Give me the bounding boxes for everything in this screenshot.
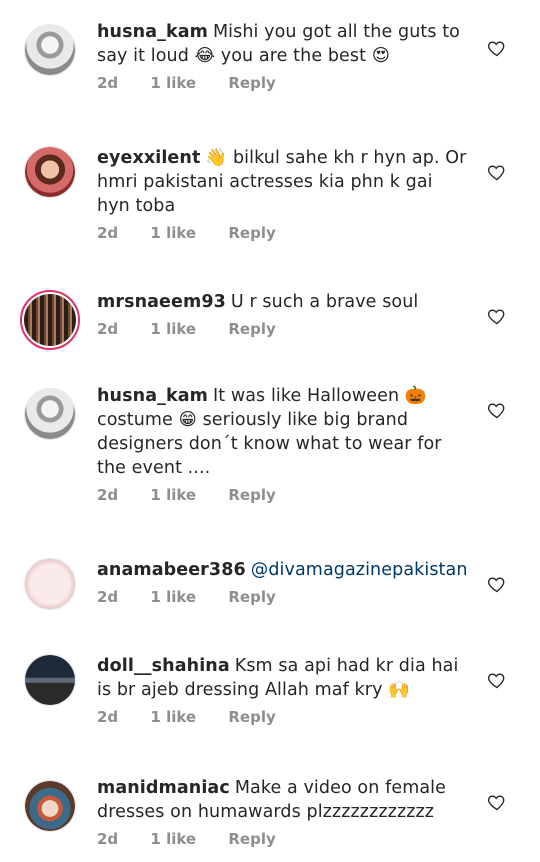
reply-button[interactable]: Reply — [228, 74, 275, 92]
comment-body: doll__shahina Ksm sa api had kr dia hai i… — [97, 654, 469, 726]
comment-username[interactable]: eyexxilent — [97, 148, 200, 168]
comment-age: 2d — [97, 320, 119, 338]
comment-likes[interactable]: 1 like — [150, 830, 196, 848]
heart-outline-icon[interactable] — [487, 38, 507, 58]
comment-text: husna_kam It was like Halloween 🎃 costume… — [97, 384, 469, 480]
reply-button[interactable]: Reply — [228, 830, 275, 848]
comment-likes[interactable]: 1 like — [150, 320, 196, 338]
avatar[interactable] — [24, 654, 76, 706]
comment-likes[interactable]: 1 like — [150, 224, 196, 242]
avatar-image — [25, 389, 75, 439]
avatar[interactable] — [24, 388, 76, 440]
comment-text: doll__shahina Ksm sa api had kr dia hai i… — [97, 654, 469, 702]
avatar-image — [25, 655, 75, 705]
comment-body: husna_kam Mishi you got all the guts to s… — [97, 20, 469, 92]
comment-username[interactable]: doll__shahina — [97, 656, 230, 676]
avatar[interactable] — [24, 780, 76, 832]
comment-text: mrsnaeem93 U r such a brave soul — [97, 290, 469, 314]
reply-button[interactable]: Reply — [228, 224, 275, 242]
avatar-image — [25, 25, 75, 75]
comment-text: anamabeer386 @divamagazinepakistan — [97, 558, 469, 582]
heart-outline-icon[interactable] — [487, 400, 507, 420]
comment-body: anamabeer386 @divamagazinepakistan 2d 1 l… — [97, 558, 469, 606]
comment-meta: 2d 1 like Reply — [97, 588, 469, 606]
comment-age: 2d — [97, 224, 119, 242]
comment-age: 2d — [97, 708, 119, 726]
heart-outline-icon[interactable] — [487, 306, 507, 326]
comment-age: 2d — [97, 830, 119, 848]
comment-username[interactable]: mrsnaeem93 — [97, 292, 226, 312]
comment-meta: 2d 1 like Reply — [97, 486, 469, 504]
heart-outline-icon[interactable] — [487, 792, 507, 812]
avatar-image — [25, 781, 75, 831]
comment-body: eyexxilent 👋 bilkul sahe kh r hyn ap. Or … — [97, 146, 469, 242]
comment-body: mrsnaeem93 U r such a brave soul 2d 1 lik… — [97, 290, 469, 338]
heart-outline-icon[interactable] — [487, 574, 507, 594]
avatar[interactable] — [24, 146, 76, 198]
comment-meta: 2d 1 like Reply — [97, 708, 469, 726]
comment-username[interactable]: husna_kam — [97, 22, 208, 42]
comment-meta: 2d 1 like Reply — [97, 74, 469, 92]
avatar-image — [25, 559, 75, 609]
comment-meta: 2d 1 like Reply — [97, 320, 469, 338]
heart-outline-icon[interactable] — [487, 670, 507, 690]
comment-text: eyexxilent 👋 bilkul sahe kh r hyn ap. Or … — [97, 146, 469, 218]
reply-button[interactable]: Reply — [228, 588, 275, 606]
comment-body: manidmaniac Make a video on female dresse… — [97, 776, 469, 848]
comment-body: husna_kam It was like Halloween 🎃 costume… — [97, 384, 469, 504]
comment-likes[interactable]: 1 like — [150, 486, 196, 504]
comment-meta: 2d 1 like Reply — [97, 830, 469, 848]
comment-username[interactable]: manidmaniac — [97, 778, 230, 798]
comment-likes[interactable]: 1 like — [150, 588, 196, 606]
avatar-image — [25, 147, 75, 197]
comment-likes[interactable]: 1 like — [150, 74, 196, 92]
comment-content: U r such a brave soul — [230, 292, 419, 312]
mention-link[interactable]: @divamagazinepakistan — [251, 560, 468, 580]
comment-age: 2d — [97, 74, 119, 92]
comment-username[interactable]: anamabeer386 — [97, 560, 246, 580]
comment-age: 2d — [97, 588, 119, 606]
comment-text: husna_kam Mishi you got all the guts to s… — [97, 20, 469, 68]
comment-meta: 2d 1 like Reply — [97, 224, 469, 242]
avatar[interactable] — [24, 24, 76, 76]
comment-likes[interactable]: 1 like — [150, 708, 196, 726]
avatar[interactable] — [24, 558, 76, 610]
avatar[interactable] — [20, 290, 80, 350]
comment-text: manidmaniac Make a video on female dresse… — [97, 776, 469, 824]
avatar-image — [24, 294, 76, 346]
reply-button[interactable]: Reply — [228, 320, 275, 338]
comment-age: 2d — [97, 486, 119, 504]
reply-button[interactable]: Reply — [228, 708, 275, 726]
reply-button[interactable]: Reply — [228, 486, 275, 504]
heart-outline-icon[interactable] — [487, 162, 507, 182]
comment-username[interactable]: husna_kam — [97, 386, 208, 406]
